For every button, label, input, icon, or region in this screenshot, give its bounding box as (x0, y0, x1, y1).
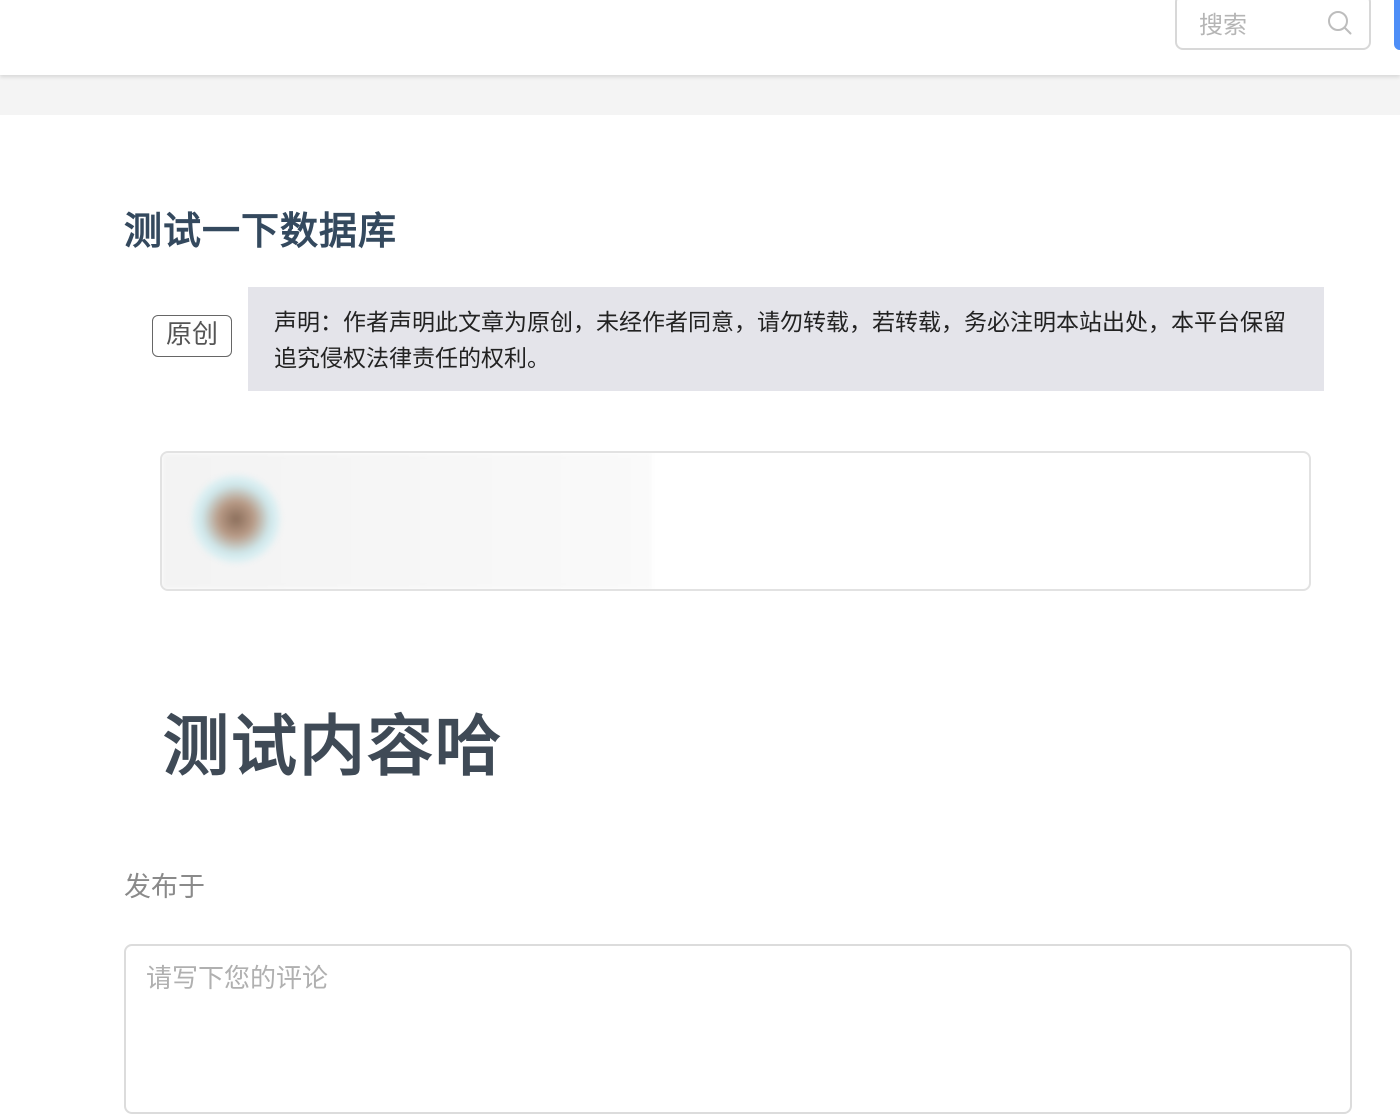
avatar (192, 475, 280, 563)
comment-input[interactable] (124, 944, 1352, 1114)
search-box[interactable] (1175, 0, 1371, 50)
search-input[interactable] (1197, 6, 1321, 44)
user-menu-button[interactable] (1394, 0, 1400, 50)
link-card[interactable] (160, 451, 1311, 591)
publish-label: 发布于 (124, 872, 205, 903)
publish-info: 发布于 (124, 865, 226, 904)
copyright-notice: 声明：作者声明此文章为原创，未经作者同意，请勿转载，若转载，务必注明本站出处，本… (248, 287, 1324, 391)
original-badge: 原创 (152, 315, 232, 357)
page-title: 测试一下数据库 (124, 209, 398, 253)
content-heading: 测试内容哈 (163, 708, 503, 785)
top-navbar (0, 0, 1400, 75)
search-icon[interactable] (1327, 10, 1353, 36)
header-spacer (0, 75, 1400, 115)
